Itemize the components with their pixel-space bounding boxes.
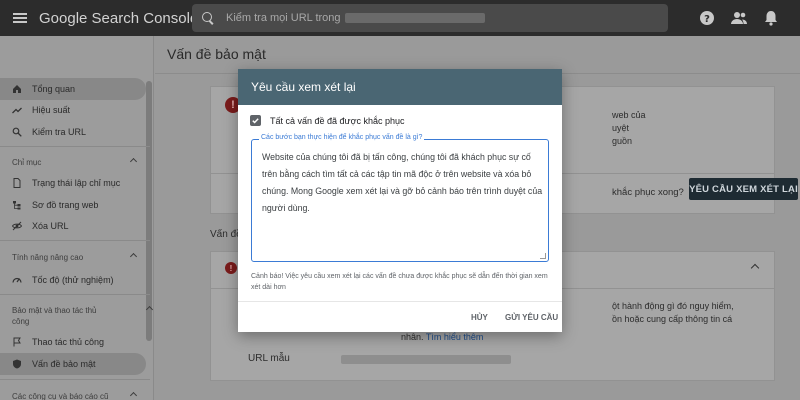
sidebar-item-performance[interactable]: Hiệu suất (0, 99, 146, 121)
section-index-header[interactable]: Chỉ mục (12, 157, 142, 168)
dialog-title: Yêu cầu xem xét lại (251, 80, 356, 94)
issue-description: ột hành động gì đó nguy hiểm, ồn hoặc cu… (612, 301, 734, 324)
search-icon (12, 127, 22, 137)
notifications-bell-icon[interactable] (762, 9, 780, 27)
file-icon (12, 178, 22, 188)
speed-icon (12, 275, 22, 285)
help-icon[interactable]: ? (698, 9, 716, 27)
sample-url-label: URL mẫu (248, 353, 290, 364)
section-legacy-header[interactable]: Các công cụ và báo cáo cũ (12, 391, 142, 400)
issues-section-label: Vấn đề (210, 229, 242, 240)
search-placeholder[interactable]: Kiểm tra mọi URL trong (226, 12, 341, 24)
home-icon (12, 84, 22, 94)
review-warning-text: Cảnh báo! Việc yêu cầu xem xét lại các v… (251, 273, 548, 291)
app-logo[interactable]: Google Search Console (39, 10, 198, 27)
request-review-button[interactable]: YÊU CẦU XEM XÉT LẠI (689, 178, 798, 200)
sidebar: Tổng quan Hiệu suất Kiểm tra URL Chỉ mục… (0, 36, 154, 400)
sidebar-item-speed[interactable]: Tốc độ (thử nghiệm) (0, 269, 146, 291)
sidebar-item-label: Hiệu suất (32, 105, 71, 115)
section-security-header[interactable]: Bảo mật và thao tác thủ công (12, 305, 153, 327)
url-inspection-search[interactable]: Kiểm tra mọi URL trong (192, 4, 668, 32)
flag-icon (12, 337, 22, 347)
textarea-value[interactable]: Website của chúng tôi đã bị tấn công, ch… (262, 149, 544, 217)
sidebar-scrollbar[interactable] (146, 81, 152, 341)
dialog-header: Yêu cầu xem xét lại (238, 69, 562, 105)
chevron-up-icon (129, 391, 138, 400)
learn-more-row: nhân. Tìm hiểu thêm (401, 332, 484, 342)
blurred-sample-url (341, 355, 511, 364)
sitemap-icon (12, 200, 22, 210)
sidebar-item-label: Vấn đề bảo mật (32, 359, 96, 369)
alert-error-icon: ! (225, 262, 237, 274)
checkbox-label: Tất cả vấn đề đã được khắc phục (270, 115, 405, 126)
sidebar-item-index-coverage[interactable]: Trạng thái lập chỉ mục (0, 172, 146, 194)
checkbox-checked[interactable] (250, 115, 261, 126)
all-fixed-checkbox-row[interactable]: Tất cả vấn đề đã được khắc phục (250, 115, 405, 126)
sidebar-item-overview[interactable]: Tổng quan (0, 78, 146, 100)
sidebar-item-label: Tốc độ (thử nghiệm) (32, 275, 114, 285)
sidebar-item-sitemaps[interactable]: Sơ đồ trang web (0, 194, 146, 216)
shield-icon (12, 359, 22, 369)
fixed-question: khắc phục xong? (612, 187, 684, 198)
sidebar-item-label: Tổng quan (32, 84, 76, 94)
review-request-dialog: Yêu cầu xem xét lại Tất cả vấn đề đã đượ… (238, 69, 562, 332)
page-title: Vấn đề bảo mật (167, 46, 266, 62)
submit-request-button[interactable]: GỬI YÊU CẦU (505, 313, 558, 322)
sidebar-item-manual-actions[interactable]: Thao tác thủ công (0, 331, 146, 353)
chevron-up-icon (129, 157, 138, 166)
sidebar-item-label: Trạng thái lập chỉ mục (32, 178, 121, 188)
sidebar-item-label: Xóa URL (32, 221, 69, 231)
chevron-up-icon (129, 252, 138, 261)
card-description: web của uyệt guồn (612, 110, 646, 146)
sidebar-item-label: Kiểm tra URL (32, 127, 87, 137)
users-icon[interactable] (730, 9, 748, 27)
cancel-button[interactable]: HỦY (471, 313, 488, 322)
search-icon (202, 12, 214, 24)
resize-handle-icon[interactable] (540, 253, 546, 259)
textarea-label: Các bước bạn thực hiện để khắc phục vấn … (259, 134, 425, 141)
sidebar-item-removals[interactable]: Xóa URL (0, 215, 146, 237)
chevron-up-icon[interactable] (750, 263, 760, 273)
hamburger-menu-icon[interactable] (13, 13, 27, 23)
trending-up-icon (12, 105, 22, 115)
sidebar-item-label: Thao tác thủ công (32, 337, 105, 347)
sidebar-item-url-inspection[interactable]: Kiểm tra URL (0, 121, 146, 143)
sidebar-item-security-issues[interactable]: Vấn đề bảo mật (0, 353, 146, 375)
top-app-bar: Google Search Console Kiểm tra mọi URL t… (0, 0, 800, 36)
sidebar-item-label: Sơ đồ trang web (32, 200, 99, 210)
eye-off-icon (12, 221, 22, 231)
learn-more-link[interactable]: Tìm hiểu thêm (426, 332, 484, 342)
section-enhancements-header[interactable]: Tính năng nâng cao (12, 252, 142, 263)
blurred-domain (344, 13, 485, 23)
svg-text:?: ? (704, 14, 710, 25)
fix-steps-textarea[interactable]: Các bước bạn thực hiện để khắc phục vấn … (251, 134, 549, 262)
